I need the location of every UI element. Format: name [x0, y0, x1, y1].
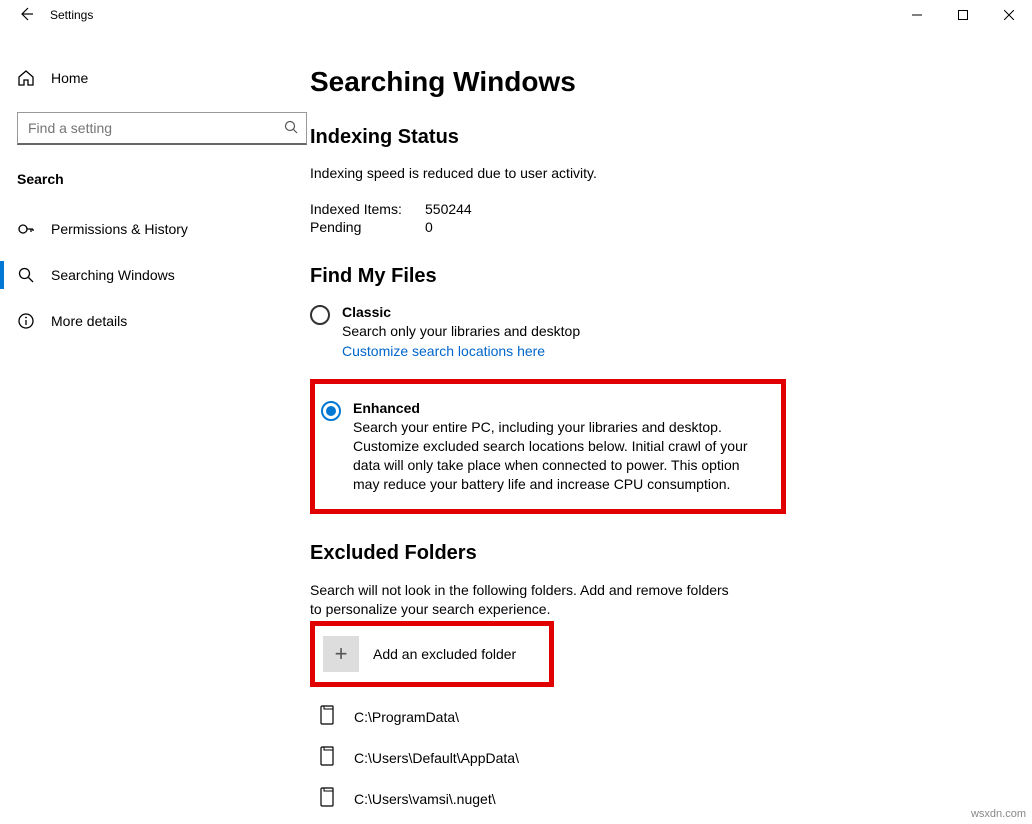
search-input-wrapper[interactable] — [17, 112, 307, 145]
folder-icon — [320, 787, 336, 810]
excluded-folder-path: C:\ProgramData\ — [354, 709, 459, 725]
sidebar-item-label: Permissions & History — [51, 221, 188, 237]
radio-icon[interactable] — [321, 401, 341, 421]
sidebar: Home Search Permissions & History Search… — [0, 30, 310, 824]
home-icon — [17, 69, 35, 87]
indexed-items-row: Indexed Items: 550244 — [310, 201, 992, 217]
sidebar-home-label: Home — [51, 70, 88, 86]
excluded-folder-path: C:\Users\Default\AppData\ — [354, 750, 519, 766]
folder-icon — [320, 746, 336, 769]
sidebar-item-label: More details — [51, 313, 127, 329]
folder-icon — [320, 705, 336, 728]
radio-icon[interactable] — [310, 305, 330, 325]
content-area: Searching Windows Indexing Status Indexi… — [310, 30, 1032, 824]
maximize-button[interactable] — [940, 0, 986, 30]
page-title: Searching Windows — [310, 66, 992, 98]
info-icon — [17, 312, 35, 330]
radio-enhanced[interactable]: Enhanced Search your entire PC, includin… — [321, 400, 769, 494]
customize-search-link[interactable]: Customize search locations here — [342, 343, 545, 359]
radio-classic[interactable]: Classic Search only your libraries and d… — [310, 304, 992, 359]
search-input[interactable] — [26, 119, 284, 137]
radio-classic-desc: Search only your libraries and desktop — [342, 322, 580, 341]
close-button[interactable] — [986, 0, 1032, 30]
indexed-items-value: 550244 — [425, 201, 472, 217]
add-excluded-folder-label: Add an excluded folder — [373, 646, 516, 662]
excluded-folders-desc: Search will not look in the following fo… — [310, 581, 730, 619]
enhanced-highlight: Enhanced Search your entire PC, includin… — [310, 379, 786, 515]
sidebar-home[interactable]: Home — [0, 56, 310, 100]
find-my-files-heading: Find My Files — [310, 265, 992, 288]
pending-value: 0 — [425, 219, 433, 235]
excluded-folder-row[interactable]: C:\ProgramData\ — [310, 705, 992, 728]
sidebar-item-label: Searching Windows — [51, 267, 175, 283]
excluded-folders-heading: Excluded Folders — [310, 542, 992, 565]
add-excluded-folder-button[interactable]: + Add an excluded folder — [310, 621, 554, 687]
pending-row: Pending 0 — [310, 219, 992, 235]
search-icon — [284, 120, 298, 137]
permissions-icon — [17, 220, 35, 238]
indexing-status-heading: Indexing Status — [310, 126, 992, 149]
back-button[interactable] — [0, 6, 40, 25]
indexed-items-label: Indexed Items: — [310, 201, 425, 217]
excluded-folder-path: C:\Users\vamsi\.nuget\ — [354, 791, 496, 807]
radio-enhanced-desc: Search your entire PC, including your li… — [353, 418, 769, 494]
radio-enhanced-title: Enhanced — [353, 400, 769, 416]
pending-label: Pending — [310, 219, 425, 235]
sidebar-category: Search — [0, 145, 310, 193]
minimize-button[interactable] — [894, 0, 940, 30]
sidebar-item-searching-windows[interactable]: Searching Windows — [0, 253, 310, 297]
sidebar-item-more-details[interactable]: More details — [0, 299, 310, 343]
radio-classic-title: Classic — [342, 304, 580, 320]
app-title: Settings — [40, 8, 93, 22]
sidebar-item-permissions[interactable]: Permissions & History — [0, 207, 310, 251]
plus-icon: + — [323, 636, 359, 672]
excluded-folder-row[interactable]: C:\Users\vamsi\.nuget\ — [310, 787, 992, 810]
indexing-status-text: Indexing speed is reduced due to user ac… — [310, 165, 992, 181]
search-icon — [17, 266, 35, 284]
titlebar: Settings — [0, 0, 1032, 30]
watermark: wsxdn.com — [971, 808, 1026, 820]
excluded-folder-row[interactable]: C:\Users\Default\AppData\ — [310, 746, 992, 769]
